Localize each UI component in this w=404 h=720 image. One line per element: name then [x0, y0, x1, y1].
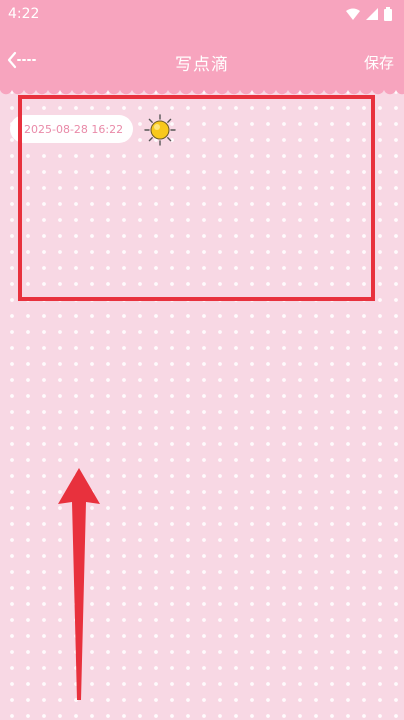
- status-icons: [346, 7, 392, 21]
- annotation-arrow: [58, 468, 100, 700]
- save-button[interactable]: 保存: [364, 52, 394, 73]
- diary-content: 2025-08-28 16:22: [0, 90, 404, 720]
- page-title: 写点滴: [175, 55, 229, 75]
- app-bar: 写点滴 保存: [0, 28, 404, 96]
- status-bar: 4:22: [0, 0, 404, 28]
- diary-text-area[interactable]: [18, 95, 375, 301]
- battery-icon: [384, 7, 392, 21]
- signal-icon: [366, 8, 378, 20]
- wifi-icon: [346, 8, 360, 20]
- status-time: 4:22: [8, 6, 40, 22]
